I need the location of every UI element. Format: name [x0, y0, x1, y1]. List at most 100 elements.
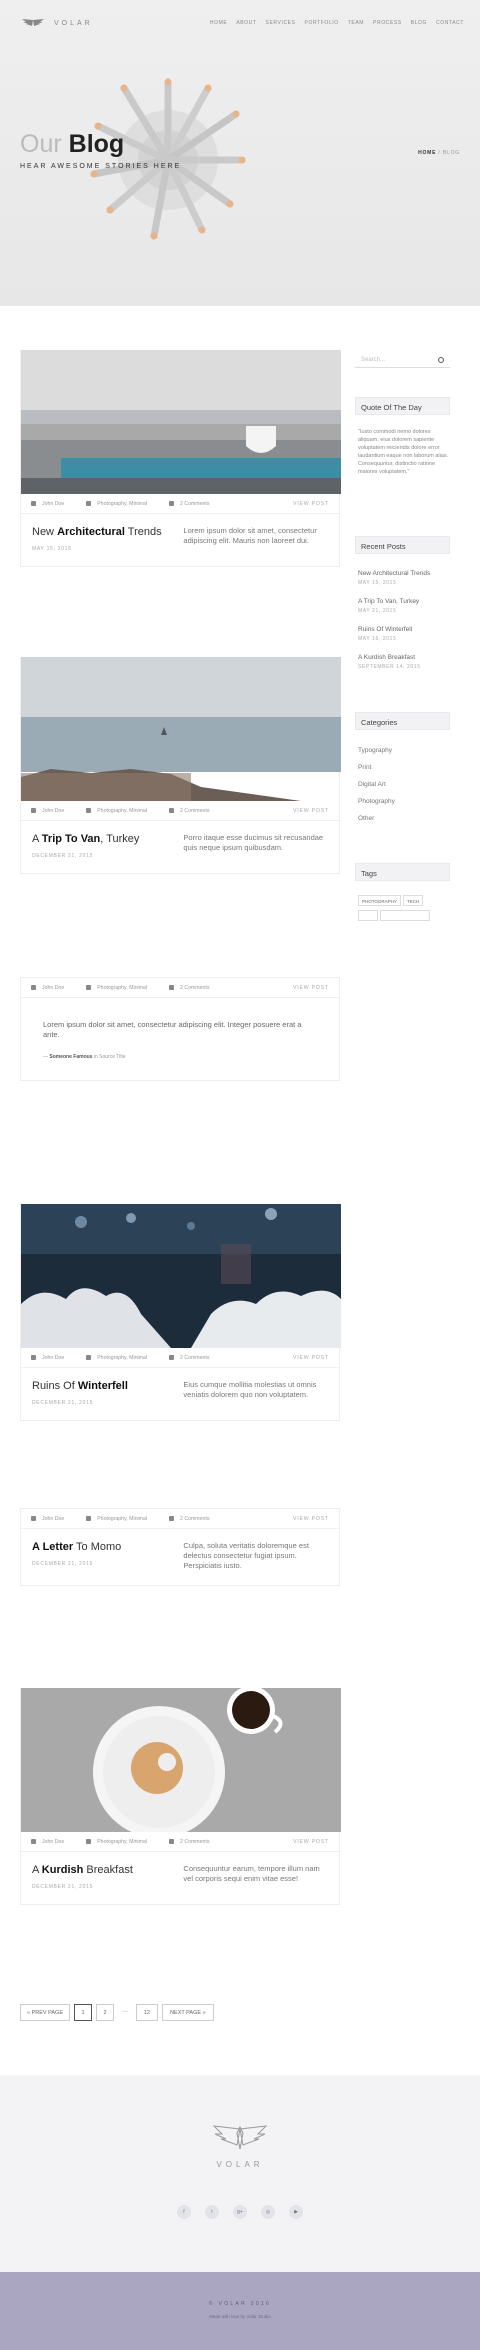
post-comments[interactable]: 2 Comments [180, 1516, 209, 1522]
category-item[interactable]: Other [358, 815, 374, 822]
quote-source-title: Source Title [99, 1054, 126, 1060]
post-comments[interactable]: 2 Comments [180, 985, 209, 991]
recent-post-date: MAY 21, 2015 [358, 608, 397, 614]
nav-about[interactable]: ABOUT [236, 20, 256, 26]
breadcrumb: HOME / BLOG [418, 150, 460, 156]
category-item[interactable]: Typography [358, 747, 392, 754]
post-meta: John Doe Photography, Minimal 2 Comments… [21, 1348, 339, 1368]
author-icon [31, 985, 36, 990]
title-light: Our [20, 130, 62, 158]
comment-icon [169, 1516, 175, 1521]
site-logo[interactable]: VOLAR [20, 18, 93, 28]
post-excerpt: Culpa, soluta veritatis doloremque est d… [183, 1541, 309, 1570]
post-title[interactable]: A Letter To Momo [32, 1541, 183, 1553]
twitter-icon[interactable]: t [205, 2205, 219, 2219]
comment-icon [169, 808, 175, 813]
folder-icon [86, 808, 92, 813]
post-title[interactable]: New Architectural Trends [32, 526, 183, 538]
search-input[interactable]: Search... [355, 352, 450, 368]
title-bold-part: Winterfell [77, 1380, 128, 1392]
nav-services[interactable]: SERVICES [266, 20, 296, 26]
author-icon [31, 1355, 36, 1360]
post-image[interactable] [21, 1688, 341, 1832]
page-button-1[interactable]: 1 [74, 2004, 92, 2021]
post-title[interactable]: A Kurdish Breakfast [32, 1864, 183, 1876]
post-comments[interactable]: 2 Comments [180, 1355, 209, 1361]
post-image[interactable] [21, 657, 341, 801]
tag-item[interactable] [380, 910, 430, 921]
recent-post-title: New Architectural Trends [358, 570, 431, 577]
nav-contact[interactable]: CONTACT [436, 20, 464, 26]
widget-title-recent: Recent Posts [355, 536, 450, 554]
nav-team[interactable]: TEAM [348, 20, 364, 26]
prev-page-button[interactable]: « PREV PAGE [20, 2004, 70, 2021]
category-item[interactable]: Print [358, 764, 371, 771]
post-title[interactable]: A Trip To Van, Turkey [32, 833, 183, 845]
view-post-link[interactable]: VIEW POST [293, 1839, 329, 1845]
category-item[interactable]: Digital Art [358, 781, 386, 788]
post-categories[interactable]: Photography, Minimal [97, 985, 147, 991]
title-bold-part: Architectural [57, 526, 125, 538]
recent-post-date: MAY 15, 2015 [358, 580, 397, 586]
blog-post: John Doe Photography, Minimal 2 Comments… [20, 1508, 340, 1586]
post-author[interactable]: John Doe [42, 1355, 64, 1361]
post-categories[interactable]: Photography, Minimal [97, 1355, 147, 1361]
post-image[interactable] [21, 1204, 341, 1348]
google-plus-icon[interactable]: g+ [233, 2205, 247, 2219]
title-part: A [32, 833, 42, 845]
youtube-icon[interactable]: ▶ [289, 2205, 303, 2219]
main-nav: HOME ABOUT SERVICES PORTFOLIO TEAM PROCE… [210, 20, 464, 26]
category-item[interactable]: Photography [358, 798, 395, 805]
view-post-link[interactable]: VIEW POST [293, 808, 329, 814]
facebook-icon[interactable]: f [177, 2205, 191, 2219]
recent-post-item[interactable]: New Architectural Trends MAY 15, 2015 [358, 570, 430, 586]
post-categories[interactable]: Photography, Minimal [97, 1839, 147, 1845]
nav-home[interactable]: HOME [210, 20, 227, 26]
post-excerpt: Eius cumque mollitia molestias ut omnis … [183, 1380, 317, 1399]
view-post-link[interactable]: VIEW POST [293, 501, 329, 507]
breadcrumb-home[interactable]: HOME [418, 150, 436, 156]
post-quote: Lorem ipsum dolor sit amet, consectetur … [43, 1020, 302, 1039]
post-categories[interactable]: Photography, Minimal [97, 808, 147, 814]
post-comments[interactable]: 2 Comments [180, 808, 209, 814]
search-icon[interactable] [438, 357, 444, 363]
tag-item[interactable]: TECH [403, 895, 424, 906]
blog-post: John Doe Photography, Minimal 2 Comments… [20, 657, 341, 874]
page-button-2[interactable]: 2 [96, 2004, 114, 2021]
post-author[interactable]: John Doe [42, 808, 64, 814]
view-post-link[interactable]: VIEW POST [293, 985, 329, 991]
post-date: MAY 15, 2015 [32, 546, 72, 552]
nav-process[interactable]: PROCESS [373, 20, 402, 26]
post-comments[interactable]: 2 Comments [180, 501, 209, 507]
title-part: To Momo [73, 1541, 122, 1553]
recent-post-item[interactable]: Ruins Of Winterfell MAY 16, 2015 [358, 626, 412, 642]
post-excerpt: Porro itaque esse ducimus sit recusandae… [183, 833, 324, 852]
post-author[interactable]: John Doe [42, 1839, 64, 1845]
post-author[interactable]: John Doe [42, 985, 64, 991]
tag-item[interactable] [358, 910, 378, 921]
page-button-12[interactable]: 12 [135, 2004, 158, 2021]
pagination: « PREV PAGE 1 2 ... 12 NEXT PAGE » [20, 2004, 214, 2021]
post-categories[interactable]: Photography, Minimal [97, 1516, 147, 1522]
tag-item[interactable]: PHOTOGRAPHY [358, 895, 401, 906]
recent-post-item[interactable]: A Trip To Van, Turkey MAY 21, 2015 [358, 598, 419, 614]
recent-post-date: MAY 16, 2015 [358, 636, 397, 642]
view-post-link[interactable]: VIEW POST [293, 1355, 329, 1361]
next-page-button[interactable]: NEXT PAGE » [161, 2004, 214, 2021]
post-categories[interactable]: Photography, Minimal [97, 501, 147, 507]
post-author[interactable]: John Doe [42, 501, 64, 507]
blog-post: John Doe Photography, Minimal 2 Comments… [20, 350, 341, 567]
recent-post-item[interactable]: A Kurdish Breakfast SEPTEMBER 14, 2015 [358, 654, 421, 670]
dribbble-icon[interactable]: ◎ [261, 2205, 275, 2219]
post-author[interactable]: John Doe [42, 1516, 64, 1522]
post-title[interactable]: Ruins Of Winterfell [32, 1380, 183, 1392]
comment-icon [169, 1839, 175, 1844]
view-post-link[interactable]: VIEW POST [293, 1516, 329, 1522]
post-comments[interactable]: 2 Comments [180, 1839, 209, 1845]
folder-icon [86, 501, 92, 506]
nav-blog[interactable]: BLOG [411, 20, 427, 26]
post-image[interactable] [21, 350, 341, 494]
widget-title-categories: Categories [355, 712, 450, 730]
nav-portfolio[interactable]: PORTFOLIO [305, 20, 339, 26]
comment-icon [169, 1355, 175, 1360]
